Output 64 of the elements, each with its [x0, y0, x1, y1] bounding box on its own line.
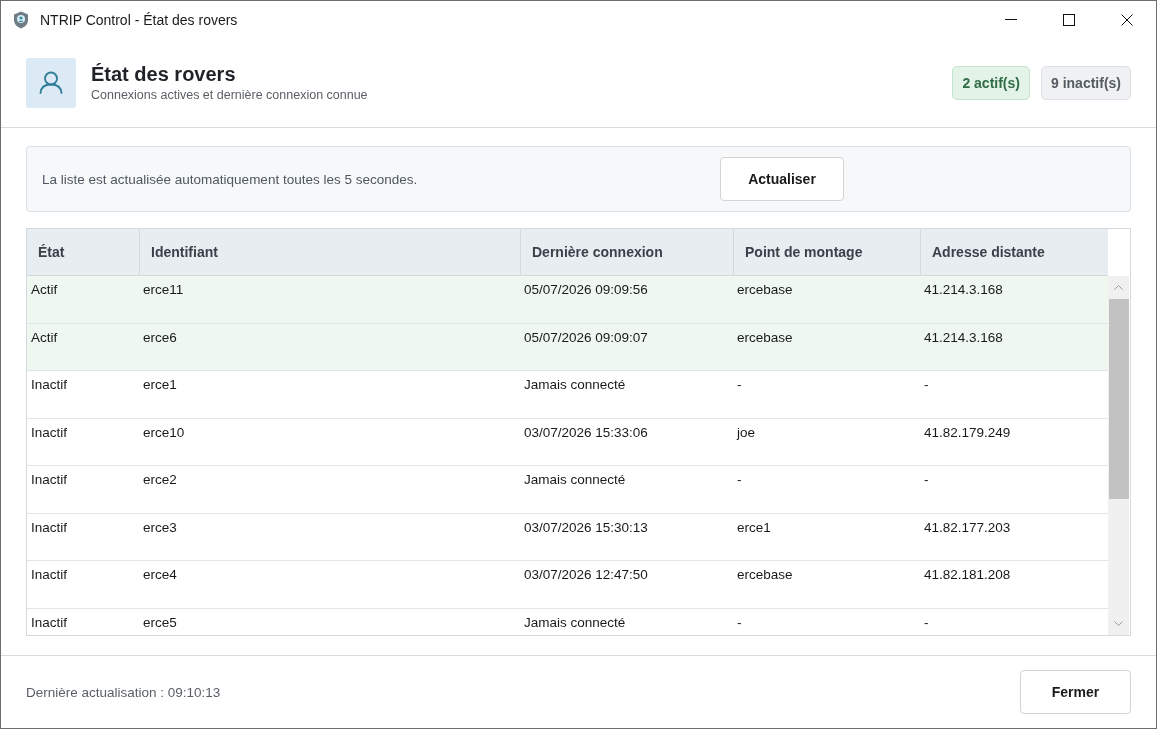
- chevron-up-icon: [1114, 285, 1123, 290]
- table-cell-text: 41.82.181.208: [923, 566, 1012, 584]
- table-cell-text: -: [736, 376, 743, 394]
- column-header[interactable]: Dernière connexion: [520, 229, 733, 275]
- table-cell-text: erce1: [736, 518, 772, 537]
- table-cell-text: Inactif: [30, 376, 69, 394]
- table-cell-text: Jamais connecté: [523, 376, 627, 394]
- page-subtitle: Connexions actives et dernière connexion connue: [91, 87, 368, 103]
- shield-icon: [13, 10, 29, 29]
- table-cell-text: 03/07/2026 12:47:50: [523, 566, 649, 584]
- table-cell-text: Inactif: [30, 423, 69, 442]
- table-row[interactable]: Actif erce6 05/07/2026 09:09:07 ercebase 41.214.3.168: [27, 323, 1108, 371]
- table-cell-text: Inactif: [30, 613, 69, 632]
- column-header[interactable]: État: [27, 229, 139, 275]
- page-title: État des rovers: [91, 62, 237, 86]
- table-cell-text: 05/07/2026 09:09:56: [523, 281, 649, 299]
- table-cell-text: 03/07/2026 15:33:06: [523, 423, 649, 442]
- count-badge: 2 actif(s): [952, 65, 1030, 100]
- table-cell-text: Actif: [30, 281, 59, 299]
- column-header[interactable]: Point de montage: [733, 229, 920, 275]
- table-cell-text: 41.82.179.249: [923, 423, 1012, 442]
- scrollbar[interactable]: [1108, 276, 1129, 635]
- table-cell-text: ercebase: [736, 328, 794, 347]
- table-cell-text: erce10: [142, 423, 186, 442]
- table-cell-text: Jamais connecté: [523, 471, 627, 489]
- info-text: La liste est actualisée automatiquement toutes les 5 secondes.: [42, 171, 419, 187]
- table-cell-text: erce6: [142, 328, 178, 347]
- column-header[interactable]: Identifiant: [139, 229, 520, 275]
- table-cell-text: 41.214.3.168: [923, 328, 1004, 347]
- table-cell-text: joe: [735, 423, 756, 442]
- chevron-down-icon: [1114, 621, 1123, 626]
- table-cell-text: erce2: [142, 471, 178, 489]
- window-title: NTRIP Control - État des rovers: [40, 11, 238, 28]
- table-cell-text: erce11: [142, 281, 185, 299]
- table-cell-text: -: [923, 613, 930, 632]
- table-cell-text: ercebase: [736, 281, 794, 299]
- table-cell-text: Actif: [30, 328, 59, 347]
- table-cell-text: Jamais connecté: [523, 613, 627, 632]
- table-cell-text: erce3: [142, 518, 178, 537]
- last-refresh-text: Dernière actualisation : 09:10:13: [26, 684, 221, 700]
- close-icon: [1121, 13, 1133, 26]
- table-cell-text: erce1: [142, 376, 178, 394]
- table-cell-text: -: [923, 471, 930, 489]
- table-cell-text: ercebase: [736, 566, 794, 584]
- table-cell-text: 03/07/2026 15:30:13: [523, 518, 649, 537]
- table-cell-text: 05/07/2026 09:09:07: [523, 328, 649, 347]
- table-cell-text: -: [923, 376, 930, 394]
- minimize-icon: [1005, 19, 1017, 20]
- table-cell-text: -: [736, 613, 743, 632]
- table-cell-text: 41.214.3.168: [923, 281, 1004, 299]
- scrollbar-thumb[interactable]: [1108, 299, 1129, 499]
- table-cell-text: 41.82.177.203: [923, 518, 1012, 537]
- user-icon: [26, 57, 76, 108]
- table-cell-text: Inactif: [30, 471, 69, 489]
- table-cell-text: -: [736, 471, 743, 489]
- table-row[interactable]: Actif erce11 05/07/2026 09:09:56 ercebase 41.214.3.168: [27, 276, 1108, 324]
- maximize-icon: [1063, 13, 1075, 26]
- refresh-button[interactable]: Actualiser: [720, 157, 844, 201]
- table-cell-text: Inactif: [30, 518, 69, 537]
- table-cell-text: erce5: [142, 613, 178, 632]
- count-badge: 9 inactif(s): [1041, 65, 1131, 100]
- table-cell-text: erce4: [142, 566, 178, 584]
- close-dialog-button[interactable]: Fermer: [1020, 670, 1131, 714]
- table-cell-text: Inactif: [30, 566, 69, 584]
